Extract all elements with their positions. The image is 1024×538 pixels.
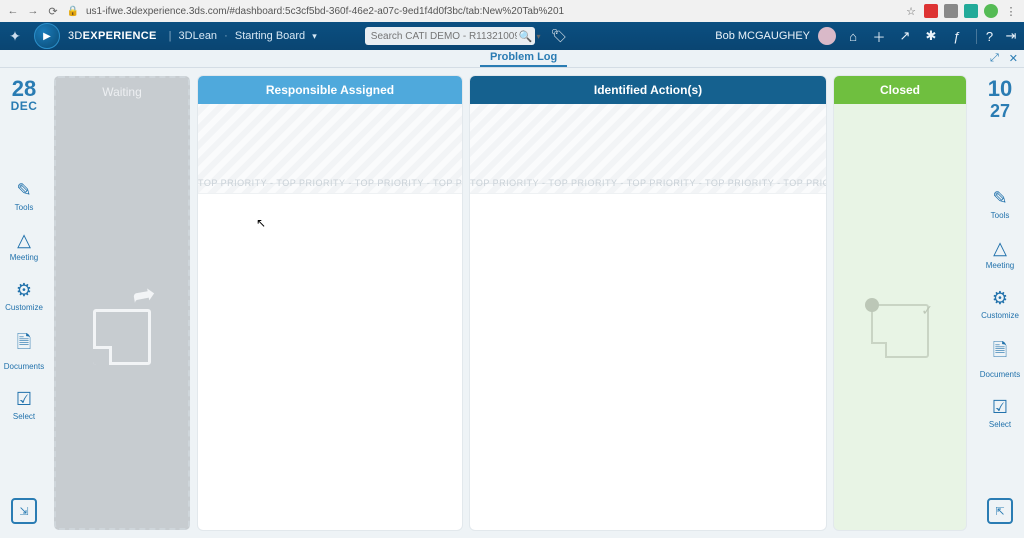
right-rail: 10 27 ✎ Tools △ Meeting ⚙ Customize 🗎 Do… <box>976 68 1024 538</box>
priority-label: TOP PRIORITY - TOP PRIORITY - TOP PRIORI… <box>198 178 462 188</box>
column-header: Identified Action(s) <box>470 76 826 104</box>
tab-problem-log[interactable]: Problem Log <box>480 49 567 67</box>
rail-tools[interactable]: ✎ Tools <box>982 188 1018 220</box>
share-arrow-icon: ➦ <box>130 276 159 313</box>
exit-icon[interactable]: ⇥ <box>1002 28 1020 44</box>
note-icon <box>93 309 151 365</box>
breadcrumb[interactable]: | 3DLean · Starting Board ▾ <box>165 30 317 42</box>
waiting-placeholder: ➦ <box>56 266 188 365</box>
dot-icon <box>865 298 879 312</box>
rail-tools[interactable]: ✎ Tools <box>6 180 42 212</box>
kanban-board: Waiting ➦ Responsible Assigned TOP PRIOR… <box>48 68 976 538</box>
share-icon[interactable]: ↗ <box>896 28 914 44</box>
date-display: 28 DEC <box>11 78 38 112</box>
column-responsible-assigned[interactable]: Responsible Assigned TOP PRIORITY - TOP … <box>198 76 462 530</box>
priority-label: TOP PRIORITY - TOP PRIORITY - TOP PRIORI… <box>470 178 826 188</box>
tag-icon[interactable]: 🏷 <box>551 28 568 44</box>
priority-band <box>198 104 462 184</box>
profile-icon[interactable] <box>984 4 998 18</box>
browser-chrome: ← → ⟳ 🔒 us1-ifwe.3dexperience.3ds.com/#d… <box>0 0 1024 22</box>
extension-icon[interactable] <box>964 4 978 18</box>
column-header: Responsible Assigned <box>198 76 462 104</box>
extension-icon[interactable] <box>924 4 938 18</box>
document-icon: 🗎 <box>993 338 1007 368</box>
column-header: Closed <box>834 76 966 104</box>
rail-meeting[interactable]: △ Meeting <box>982 238 1018 270</box>
column-header: Waiting <box>56 78 188 106</box>
close-icon[interactable]: ✕ <box>1009 52 1018 65</box>
search-icon[interactable]: 🔍 <box>519 30 533 43</box>
rail-customize[interactable]: ⚙ Customize <box>6 280 42 312</box>
workspace: 28 DEC ✎ Tools △ Meeting ⚙ Customize 🗎 D… <box>0 68 1024 538</box>
rail-select[interactable]: ☑ Select <box>982 397 1018 429</box>
filter-icon[interactable]: ƒ <box>948 29 966 44</box>
gear-icon: ⚙ <box>16 280 32 301</box>
extension-icon[interactable] <box>944 4 958 18</box>
time-display: 10 27 <box>988 78 1012 120</box>
add-icon[interactable]: ＋ <box>870 27 888 46</box>
meeting-icon: △ <box>993 238 1007 259</box>
rail-customize[interactable]: ⚙ Customize <box>982 288 1018 320</box>
tab-strip: Problem Log ⤢ ✕ <box>0 50 1024 68</box>
ds-logo-icon[interactable]: ✦ <box>4 25 26 47</box>
app-top-nav: ✦ ▶ 3DEXPERIENCE | 3DLean · Starting Boa… <box>0 22 1024 50</box>
gear-icon: ⚙ <box>992 288 1008 309</box>
forward-icon[interactable]: → <box>26 5 40 17</box>
collapse-left-icon[interactable]: ⇲ <box>11 498 37 524</box>
network-icon[interactable]: ✱ <box>922 28 940 44</box>
left-rail: 28 DEC ✎ Tools △ Meeting ⚙ Customize 🗎 D… <box>0 68 48 538</box>
rail-meeting[interactable]: △ Meeting <box>6 230 42 262</box>
chevron-down-icon[interactable]: ▾ <box>312 31 317 41</box>
tools-icon: ✎ <box>992 188 1007 209</box>
collapse-right-icon[interactable]: ⇱ <box>987 498 1013 524</box>
search-input[interactable] <box>365 27 535 45</box>
brand-label: 3DEXPERIENCE <box>68 30 157 42</box>
document-icon: 🗎 <box>17 330 31 360</box>
tools-icon: ✎ <box>16 180 31 201</box>
search-dropdown-icon[interactable]: ▾ <box>536 32 540 41</box>
rail-select[interactable]: ☑ Select <box>6 389 42 421</box>
note-icon: ✓ <box>871 304 929 358</box>
column-identified-actions[interactable]: Identified Action(s) TOP PRIORITY - TOP … <box>470 76 826 530</box>
star-icon[interactable]: ☆ <box>904 5 918 18</box>
menu-icon[interactable]: ⋮ <box>1004 5 1018 18</box>
expand-icon[interactable]: ⤢ <box>990 52 999 65</box>
home-icon[interactable]: ⌂ <box>844 29 862 44</box>
reload-icon[interactable]: ⟳ <box>46 5 60 18</box>
lock-icon: 🔒 <box>66 6 80 17</box>
rail-documents[interactable]: 🗎 Documents <box>6 330 42 371</box>
user-name[interactable]: Bob MCGAUGHEY <box>715 30 810 42</box>
address-bar[interactable]: us1-ifwe.3dexperience.3ds.com/#dashboard… <box>86 6 564 17</box>
search-wrap: 🔍 ▾ 🏷 <box>365 27 567 45</box>
column-waiting[interactable]: Waiting ➦ <box>54 76 190 530</box>
help-icon[interactable]: ? <box>976 29 994 44</box>
column-closed[interactable]: Closed ✓ <box>834 76 966 530</box>
back-icon[interactable]: ← <box>6 5 20 17</box>
check-icon: ✓ <box>921 302 933 319</box>
meeting-icon: △ <box>17 230 31 251</box>
rail-documents[interactable]: 🗎 Documents <box>982 338 1018 379</box>
select-icon: ☑ <box>992 397 1008 418</box>
priority-band <box>470 104 826 184</box>
avatar[interactable] <box>818 27 836 45</box>
select-icon: ☑ <box>16 389 32 410</box>
cursor-icon: ↖ <box>256 216 266 230</box>
closed-placeholder: ✓ <box>834 304 966 358</box>
compass-icon[interactable]: ▶ <box>34 23 60 49</box>
